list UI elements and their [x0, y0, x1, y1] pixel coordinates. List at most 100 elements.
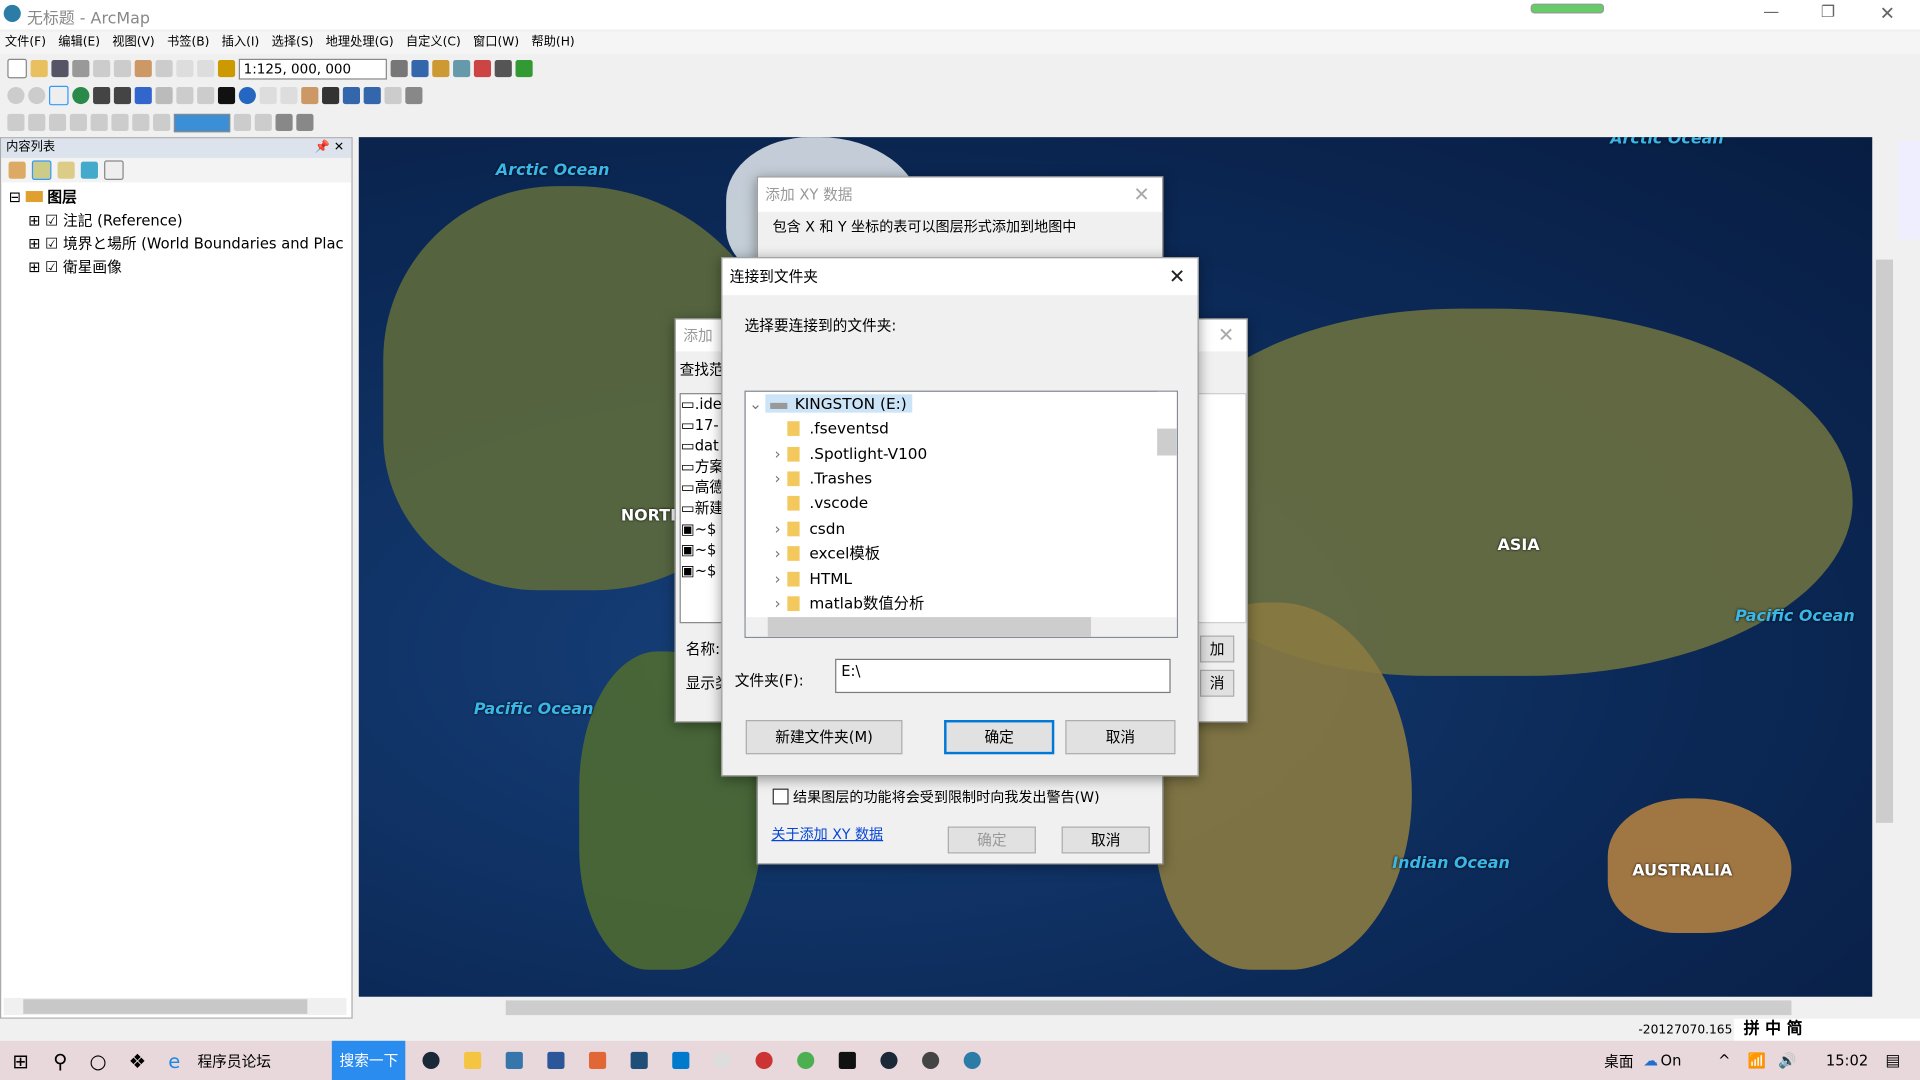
tree-item[interactable]: › matlab数值分析	[768, 591, 924, 615]
search-window-icon[interactable]	[453, 60, 471, 78]
menu-file[interactable]: 文件(F)	[5, 32, 46, 54]
chevron-right-icon[interactable]: ›	[768, 541, 788, 565]
back-icon[interactable]	[134, 86, 152, 105]
chevron-right-icon[interactable]: ›	[768, 591, 788, 615]
redo-icon[interactable]	[197, 60, 215, 78]
chrome-icon[interactable]	[797, 1051, 815, 1069]
toggle-draft-icon[interactable]	[233, 113, 252, 132]
paste-icon[interactable]	[134, 60, 152, 78]
menu-windows[interactable]: 窗口(W)	[473, 32, 519, 54]
find-route-icon[interactable]	[342, 86, 361, 105]
arctoolbox-icon[interactable]	[473, 60, 492, 78]
list-by-source-icon[interactable]	[31, 160, 52, 181]
python-icon[interactable]	[494, 60, 512, 78]
forward-icon[interactable]	[155, 86, 173, 105]
list-by-visibility-icon[interactable]	[57, 161, 75, 179]
python-app-icon[interactable]	[506, 1051, 524, 1069]
map-vertical-scrollbar[interactable]	[1875, 137, 1894, 997]
tray-chevron-icon[interactable]: ^	[1718, 1052, 1730, 1069]
tree-item[interactable]: › .Spotlight-V100	[768, 442, 927, 466]
chevron-right-icon[interactable]: ›	[768, 467, 788, 491]
clock[interactable]: 15:02	[1826, 1052, 1868, 1069]
hyperlink-icon[interactable]	[259, 86, 277, 105]
map-horizontal-scrollbar[interactable]	[358, 999, 1873, 1017]
go-to-xy-icon[interactable]	[363, 86, 381, 105]
minimize-button[interactable]: —	[1763, 4, 1779, 22]
app-icon[interactable]	[755, 1051, 774, 1069]
restore-button[interactable]: ❐	[1821, 4, 1835, 22]
menu-customize[interactable]: 自定义(C)	[406, 32, 461, 54]
layout-back-icon[interactable]	[132, 113, 150, 132]
fixed-zoom-out-icon[interactable]	[113, 86, 132, 105]
layer-item[interactable]: ⊞ ☑ 衛星画像	[9, 256, 345, 279]
tree-item[interactable]: .vscode	[768, 491, 868, 515]
layout-zoom-out-icon[interactable]	[28, 113, 46, 132]
layer-item[interactable]: ⊞ ☑ 境界と場所 (World Boundaries and Places)	[9, 233, 344, 256]
layers-root[interactable]: ⊟ 图层	[9, 186, 345, 209]
toc-horizontal-scrollbar[interactable]	[3, 997, 347, 1016]
save-icon[interactable]	[51, 60, 69, 78]
search-button[interactable]: 搜索一下	[332, 1040, 406, 1080]
zoom-100-icon[interactable]	[90, 113, 108, 132]
folder-tree[interactable]: ⌄ KINGSTON (E:) .fseventsd › .Spotlight-V1…	[744, 390, 1178, 638]
app-icon[interactable]	[630, 1051, 649, 1069]
file-explorer-icon[interactable]	[464, 1051, 482, 1069]
expand-icon[interactable]: ⊞	[28, 212, 40, 229]
chevron-right-icon[interactable]: ›	[768, 567, 788, 591]
search-icon[interactable]: ⚲	[53, 1049, 67, 1072]
cancel-button[interactable]: 取消	[1061, 826, 1150, 854]
focus-frame-icon[interactable]	[254, 113, 272, 132]
desktop-toolbar[interactable]: 桌面	[1604, 1050, 1633, 1071]
chevron-right-icon[interactable]: ›	[768, 517, 788, 541]
menu-selection[interactable]: 选择(S)	[272, 32, 314, 54]
undo-icon[interactable]	[176, 60, 194, 78]
layer-checkbox[interactable]: ☑	[45, 235, 58, 252]
layer-item[interactable]: ⊞ ☑ 注記 (Reference)	[9, 209, 345, 232]
steam-icon[interactable]	[880, 1051, 898, 1069]
tree-item[interactable]: › excel模板	[768, 541, 880, 565]
close-icon[interactable]: ✕	[1169, 258, 1185, 295]
zoom-whole-page-icon[interactable]	[69, 113, 87, 132]
zoom-out-icon[interactable]	[28, 86, 46, 105]
vscode-icon[interactable]	[672, 1051, 690, 1069]
ime-toolbar[interactable]: 拼 中 简	[1733, 1018, 1920, 1041]
ie-label[interactable]: 程序员论坛	[197, 1050, 270, 1071]
onedrive-label[interactable]: On	[1661, 1052, 1682, 1069]
open-icon[interactable]	[30, 60, 48, 78]
chevron-down-icon[interactable]: ⌄	[746, 392, 766, 416]
matlab-icon[interactable]	[589, 1051, 607, 1069]
fixed-zoom-icon[interactable]	[111, 113, 129, 132]
menu-help[interactable]: 帮助(H)	[531, 32, 574, 54]
new-icon[interactable]	[7, 58, 27, 79]
full-extent-icon[interactable]	[72, 86, 90, 105]
select-features-icon[interactable]	[176, 86, 194, 105]
arcmap-taskbar-icon[interactable]	[964, 1051, 982, 1069]
fixed-zoom-in-icon[interactable]	[93, 86, 111, 105]
layout-zoom-in-icon[interactable]	[7, 113, 25, 132]
tree-item-drive[interactable]: ⌄ KINGSTON (E:)	[746, 392, 912, 416]
about-link[interactable]: 关于添加 XY 数据	[771, 824, 883, 844]
ie-icon[interactable]: e	[168, 1049, 180, 1072]
menu-insert[interactable]: 插入(I)	[222, 32, 260, 54]
pan-icon[interactable]	[48, 85, 69, 106]
steam-icon[interactable]	[422, 1051, 440, 1069]
new-folder-button[interactable]: 新建文件夹(M)	[745, 720, 903, 755]
clear-selection-icon[interactable]	[197, 86, 215, 105]
close-icon[interactable]: ✕	[1133, 178, 1149, 212]
folder-input[interactable]: E:\	[835, 658, 1171, 694]
notifications-icon[interactable]: ▤	[1885, 1051, 1900, 1069]
cancel-button[interactable]: 取消	[1065, 720, 1176, 755]
catalog-icon[interactable]	[432, 60, 450, 78]
word-icon[interactable]	[547, 1051, 565, 1069]
side-panel-tabs[interactable]	[1897, 140, 1920, 239]
identify-icon[interactable]	[238, 86, 256, 105]
ok-button[interactable]: 确定	[947, 826, 1036, 854]
cancel-button[interactable]: 消	[1200, 669, 1235, 697]
list-by-selection-icon[interactable]	[80, 161, 98, 179]
wechat-icon[interactable]	[714, 1051, 732, 1069]
collapse-icon[interactable]: ⊟	[9, 189, 21, 206]
pycharm-icon[interactable]	[839, 1051, 857, 1069]
network-icon[interactable]: 📶	[1748, 1052, 1766, 1069]
layout-pan-icon[interactable]	[48, 113, 67, 132]
layer-checkbox[interactable]: ☑	[45, 212, 58, 229]
